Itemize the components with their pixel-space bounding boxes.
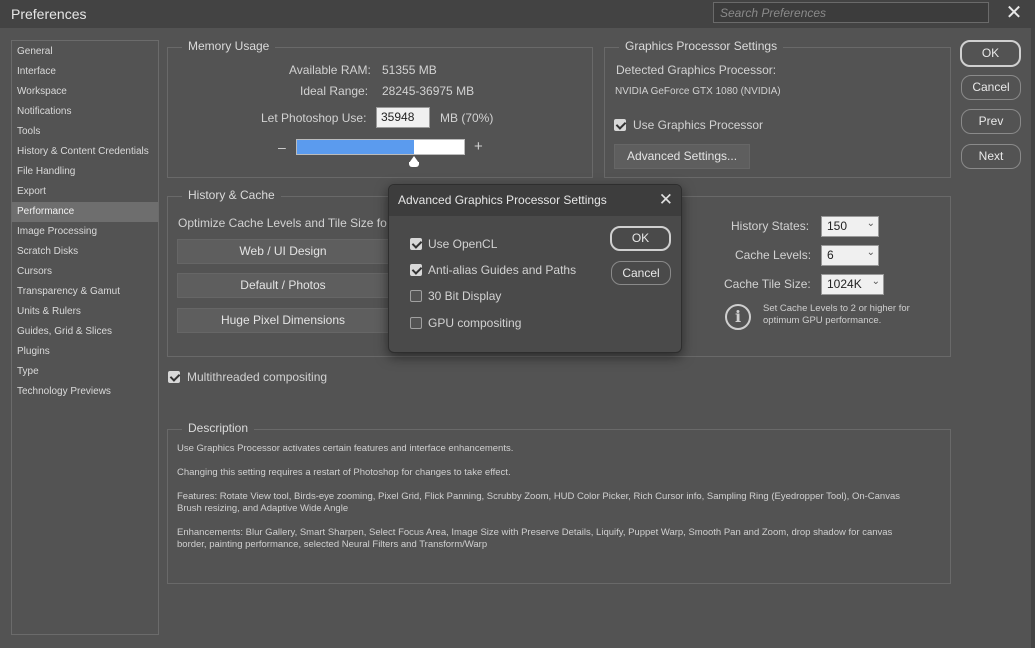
ok-button[interactable]: OK <box>960 40 1021 67</box>
description-paragraph-4: Enhancements: Blur Gallery, Smart Sharpe… <box>177 527 893 550</box>
dialog-cancel-button[interactable]: Cancel <box>611 261 671 285</box>
use-gpu-checkbox[interactable] <box>614 119 626 131</box>
search-input[interactable]: Search Preferences <box>713 2 989 23</box>
sidebar-item-units-rulers[interactable]: Units & Rulers <box>12 302 158 322</box>
dialog-title-bar: Advanced Graphics Processor Settings ✕ <box>389 185 681 216</box>
memory-usage-title: Memory Usage <box>182 39 276 53</box>
chevron-down-icon: ⌄ <box>866 218 875 229</box>
sidebar-item-notifications[interactable]: Notifications <box>12 102 158 122</box>
history-states-label: History States: <box>731 219 810 233</box>
memory-slider-fill <box>297 140 414 154</box>
description-paragraph-1: Use Graphics Processor activates certain… <box>177 443 514 454</box>
gpu-settings-title: Graphics Processor Settings <box>619 39 784 53</box>
history-states-select[interactable]: 150 ⌄ <box>821 216 879 237</box>
available-ram-value: 51355 MB <box>382 63 437 77</box>
sidebar-item-export[interactable]: Export <box>12 182 158 202</box>
dialog-title: Advanced Graphics Processor Settings <box>398 193 607 207</box>
sidebar-item-interface[interactable]: Interface <box>12 62 158 82</box>
description-paragraph-3: Features: Rotate View tool, Birds-eye zo… <box>177 491 900 514</box>
sidebar-item-transparency-gamut[interactable]: Transparency & Gamut <box>12 282 158 302</box>
close-icon[interactable]: ✕ <box>659 190 673 210</box>
30-bit-display-label: 30 Bit Display <box>428 289 502 303</box>
close-icon[interactable]: ✕ <box>1003 3 1025 25</box>
memory-slider[interactable] <box>296 139 465 155</box>
30-bit-display-checkbox[interactable] <box>410 290 422 302</box>
default-photos-button[interactable]: Default / Photos <box>177 273 389 298</box>
use-gpu-label: Use Graphics Processor <box>633 118 764 132</box>
description-paragraph-2: Changing this setting requires a restart… <box>177 467 511 478</box>
cache-note: Set Cache Levels to 2 or higher for opti… <box>763 303 910 326</box>
slider-minus[interactable]: – <box>278 139 286 155</box>
sidebar-item-general[interactable]: General <box>12 42 158 62</box>
use-opencl-checkbox[interactable] <box>410 238 422 250</box>
dialog-ok-button[interactable]: OK <box>610 226 671 251</box>
sidebar-item-scratch-disks[interactable]: Scratch Disks <box>12 242 158 262</box>
slider-plus[interactable]: + <box>474 138 483 155</box>
title-bar: Preferences Search Preferences ✕ <box>0 0 1035 28</box>
sidebar-item-image-processing[interactable]: Image Processing <box>12 222 158 242</box>
memory-amount-input[interactable]: 35948 <box>376 107 430 128</box>
info-icon: i <box>725 304 751 330</box>
next-button[interactable]: Next <box>961 144 1021 169</box>
ideal-range-label: Ideal Range: <box>300 84 369 98</box>
ideal-range-value: 28245-36975 MB <box>382 84 475 98</box>
optimize-cache-label: Optimize Cache Levels and Tile Size fo <box>178 216 387 230</box>
sidebar-item-workspace[interactable]: Workspace <box>12 82 158 102</box>
memory-slider-thumb-base <box>409 162 419 167</box>
gpu-compositing-label: GPU compositing <box>428 316 522 330</box>
detected-gpu-label: Detected Graphics Processor: <box>616 63 777 77</box>
anti-alias-label: Anti-alias Guides and Paths <box>428 263 577 277</box>
cache-tile-size-value: 1024K <box>827 277 862 291</box>
chevron-down-icon: ⌄ <box>866 247 875 258</box>
multithreaded-compositing-checkbox[interactable] <box>168 371 180 383</box>
advanced-gpu-dialog: Advanced Graphics Processor Settings ✕ U… <box>388 184 682 353</box>
cache-tile-size-select[interactable]: 1024K ⌄ <box>821 274 884 295</box>
sidebar-item-guides-grid-slices[interactable]: Guides, Grid & Slices <box>12 322 158 342</box>
web-ui-design-button[interactable]: Web / UI Design <box>177 239 389 264</box>
window-title: Preferences <box>11 6 87 22</box>
multithreaded-compositing-label: Multithreaded compositing <box>187 370 328 384</box>
cache-levels-value: 6 <box>827 248 834 262</box>
cache-tile-size-label: Cache Tile Size: <box>724 277 811 291</box>
description-title: Description <box>182 421 255 435</box>
anti-alias-checkbox[interactable] <box>410 264 422 276</box>
cancel-button[interactable]: Cancel <box>961 75 1021 100</box>
use-opencl-label: Use OpenCL <box>428 237 498 251</box>
let-photoshop-use-label: Let Photoshop Use: <box>261 111 367 125</box>
sidebar-item-performance[interactable]: Performance <box>12 202 158 222</box>
gpu-compositing-checkbox[interactable] <box>410 317 422 329</box>
sidebar-item-tools[interactable]: Tools <box>12 122 158 142</box>
chevron-down-icon: ⌄ <box>871 276 880 287</box>
sidebar-item-file-handling[interactable]: File Handling <box>12 162 158 182</box>
memory-amount-suffix: MB (70%) <box>440 111 494 125</box>
history-states-value: 150 <box>827 219 848 233</box>
sidebar-item-type[interactable]: Type <box>12 362 158 382</box>
huge-pixel-dimensions-button[interactable]: Huge Pixel Dimensions <box>177 308 389 333</box>
cache-levels-select[interactable]: 6 ⌄ <box>821 245 879 266</box>
advanced-settings-button[interactable]: Advanced Settings... <box>614 144 750 169</box>
sidebar-item-history-content-credentials[interactable]: History & Content Credentials <box>12 142 158 162</box>
cache-levels-label: Cache Levels: <box>735 248 812 262</box>
sidebar: General Interface Workspace Notification… <box>11 40 159 635</box>
sidebar-item-technology-previews[interactable]: Technology Previews <box>12 382 158 402</box>
available-ram-label: Available RAM: <box>289 63 371 77</box>
window-edge <box>1031 28 1035 648</box>
sidebar-item-plugins[interactable]: Plugins <box>12 342 158 362</box>
history-cache-title: History & Cache <box>182 188 281 202</box>
sidebar-item-cursors[interactable]: Cursors <box>12 262 158 282</box>
detected-gpu-value: NVIDIA GeForce GTX 1080 (NVIDIA) <box>615 86 781 97</box>
prev-button[interactable]: Prev <box>961 109 1021 134</box>
